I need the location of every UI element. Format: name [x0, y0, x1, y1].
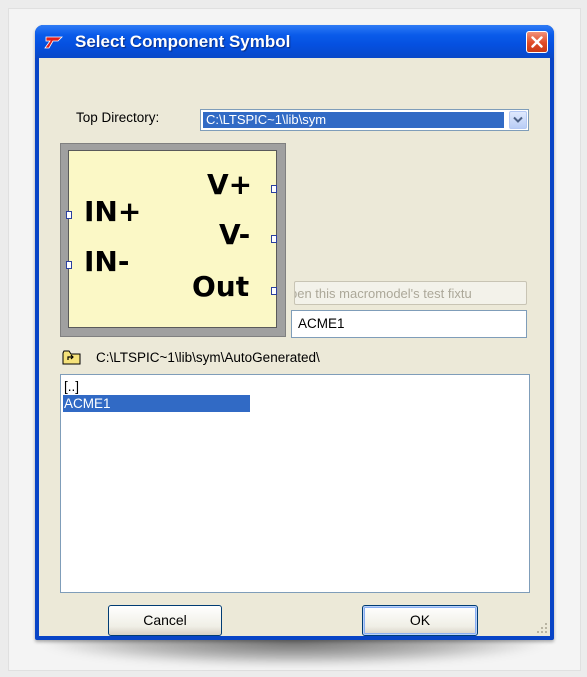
top-directory-select[interactable]: C:\LTSPIC~1\lib\sym	[200, 109, 529, 131]
resize-grip-icon[interactable]	[536, 622, 548, 634]
file-list[interactable]: [..] ACME1	[60, 374, 530, 593]
cancel-button[interactable]: Cancel	[108, 605, 222, 636]
symbol-preview-frame: IN+ IN- V+ V- Out	[60, 143, 286, 337]
pin-marker	[66, 261, 72, 269]
close-icon	[531, 36, 543, 48]
dropdown-button[interactable]	[509, 111, 527, 129]
ok-button[interactable]: OK	[362, 605, 478, 636]
symbol-name-field[interactable]: ACME1	[291, 310, 527, 338]
title-bar[interactable]: Select Component Symbol	[35, 25, 554, 58]
pin-label-v-plus: V+	[207, 168, 253, 201]
current-path: C:\LTSPIC~1\lib\sym\AutoGenerated\	[96, 350, 320, 365]
open-test-fixture-label: pen this macromodel's test fixtu	[294, 286, 472, 301]
symbol-preview: IN+ IN- V+ V- Out	[66, 150, 277, 328]
pin-marker	[271, 235, 277, 243]
select-component-symbol-dialog: Select Component Symbol Top Directory: C…	[35, 25, 554, 640]
pin-label-in-plus: IN+	[84, 195, 142, 228]
pin-label-v-minus: V-	[219, 218, 251, 251]
folder-up-icon[interactable]	[62, 349, 82, 365]
pin-marker	[66, 211, 72, 219]
list-item-acme1[interactable]: ACME1	[63, 395, 250, 412]
window-title: Select Component Symbol	[75, 32, 291, 51]
ltspice-logo-icon	[44, 36, 63, 49]
chevron-down-icon	[513, 116, 523, 123]
open-test-fixture-button[interactable]: pen this macromodel's test fixtu	[294, 281, 527, 305]
close-button[interactable]	[526, 31, 548, 53]
top-directory-label: Top Directory:	[76, 110, 160, 125]
pin-label-in-minus: IN-	[84, 245, 130, 278]
list-item-parent[interactable]: [..]	[63, 378, 79, 395]
pin-label-out: Out	[192, 270, 250, 303]
top-directory-value: C:\LTSPIC~1\lib\sym	[203, 112, 504, 128]
pin-marker	[271, 185, 277, 193]
dialog-body: Top Directory: C:\LTSPIC~1\lib\sym IN+ I…	[39, 58, 550, 636]
pin-marker	[271, 287, 277, 295]
